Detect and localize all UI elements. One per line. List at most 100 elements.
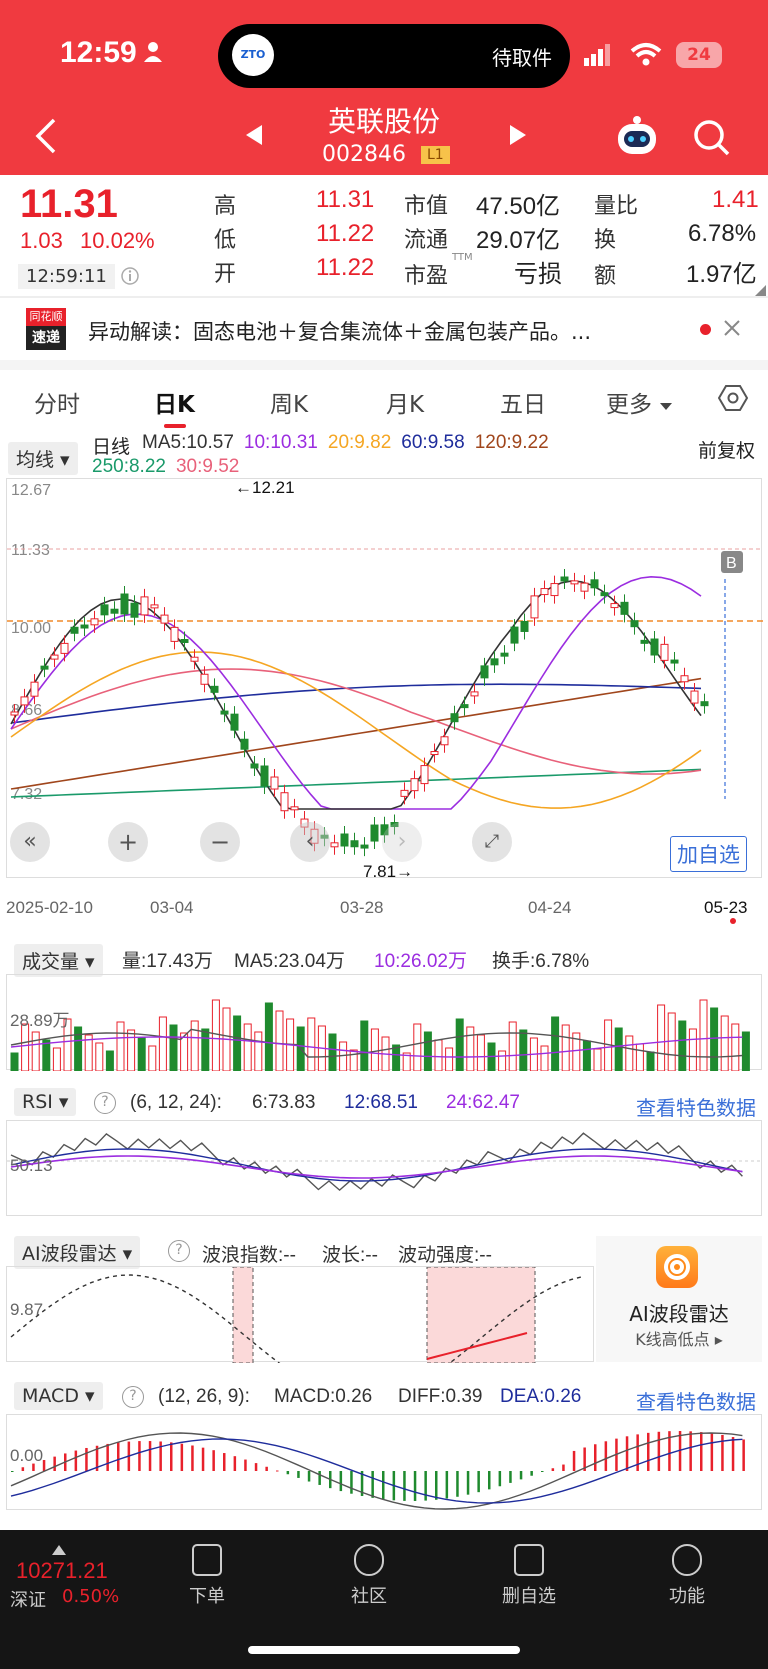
ma-legend-item: 10:10.31	[243, 432, 318, 453]
tab-monthly-k[interactable]: 月K	[386, 385, 424, 419]
macd-bar	[201, 1447, 205, 1471]
nav-functions[interactable]: 功能	[642, 1544, 732, 1608]
zoom-out-icon[interactable]: −	[200, 822, 240, 862]
ai-radar-card[interactable]: AI波段雷达 K线高低点 ▸	[596, 1236, 762, 1362]
robot-icon[interactable]	[614, 114, 660, 162]
next-day-icon[interactable]: ›	[382, 822, 422, 862]
rsi-dropdown[interactable]: RSI ▾	[14, 1088, 77, 1116]
macd-bar	[223, 1453, 226, 1471]
macd-bar	[339, 1471, 343, 1492]
candle-body	[460, 704, 469, 709]
signal-icon	[584, 44, 612, 70]
ai-dropdown[interactable]: AI波段雷达 ▾	[14, 1236, 141, 1269]
candle-body	[290, 806, 299, 811]
index-up-arrow-icon	[52, 1540, 66, 1559]
volume-bar	[625, 1035, 634, 1072]
macd-params: (12, 26, 9):	[158, 1386, 250, 1407]
add-watchlist-label: 加自选	[677, 843, 740, 867]
macd-bar	[21, 1467, 25, 1471]
nav-community[interactable]: 社区	[324, 1544, 414, 1608]
tab-more[interactable]: 更多	[606, 385, 652, 419]
scroll-left-icon[interactable]: «	[10, 822, 50, 862]
candle-body	[30, 681, 39, 697]
help-icon[interactable]: ?	[94, 1092, 116, 1114]
candle-body	[680, 675, 689, 683]
dynamic-island[interactable]: ZTO 待取件	[218, 24, 570, 88]
macd-bar	[318, 1471, 321, 1485]
high-value: 11.31	[316, 186, 375, 213]
volume-bar	[95, 1042, 104, 1072]
search-icon[interactable]	[692, 118, 732, 162]
candle-body	[280, 792, 289, 812]
volume-bar	[211, 999, 220, 1072]
settings-icon[interactable]	[717, 384, 749, 416]
tab-five-day[interactable]: 五日	[500, 385, 546, 419]
high-label: 高	[214, 194, 237, 219]
tab-daily-k[interactable]: 日K	[154, 385, 195, 419]
nav-remove-watchlist[interactable]: 删自选	[484, 1544, 574, 1608]
candle-body	[220, 710, 229, 715]
zoom-in-icon[interactable]: +	[108, 822, 148, 862]
ai-band-highlight	[426, 1266, 536, 1364]
close-icon[interactable]	[724, 320, 740, 340]
macd-chart[interactable]	[6, 1414, 762, 1510]
macd-bar	[42, 1460, 46, 1471]
volume-bar	[307, 1017, 316, 1072]
y-axis-label: 11.33	[11, 542, 50, 559]
news-bar[interactable]: 同花顺 速递 异动解读：固态电池＋复合集流体＋金属包装产品。...	[0, 298, 768, 360]
volume-bar	[233, 1015, 242, 1072]
candle-body	[80, 624, 89, 629]
tab-fenshi[interactable]: 分时	[34, 385, 80, 419]
volume-bar	[52, 1047, 61, 1072]
volume-bar	[105, 1050, 114, 1072]
volume-chart[interactable]	[6, 974, 762, 1072]
candle-body	[410, 778, 419, 792]
help-icon[interactable]: ?	[168, 1240, 190, 1262]
volume-bar	[349, 1049, 358, 1072]
macd-feature-link[interactable]: 查看特色数据	[636, 1386, 756, 1415]
candle-body	[40, 665, 49, 670]
volume-bar	[466, 1026, 475, 1072]
macd-y-label: 0.00	[10, 1446, 44, 1465]
volume-dropdown[interactable]: 成交量 ▾	[14, 944, 103, 977]
wifi-icon	[630, 42, 662, 70]
ai-radar-chart[interactable]	[6, 1266, 594, 1400]
candle-body	[550, 583, 559, 597]
candle-body	[110, 608, 119, 614]
help-icon[interactable]: ?	[122, 1386, 144, 1408]
candle-body	[350, 840, 359, 848]
info-icon[interactable]	[120, 266, 140, 290]
adjust-mode[interactable]: 前复权	[698, 436, 755, 463]
community-icon	[354, 1544, 384, 1576]
prev-day-icon[interactable]: ‹	[290, 822, 330, 862]
macd-bar	[562, 1464, 565, 1471]
ma-line	[10, 683, 702, 724]
next-stock-icon[interactable]	[508, 124, 528, 150]
candle-body	[170, 626, 179, 642]
volume-ma10: 10:26.02万	[374, 951, 467, 972]
fullscreen-icon[interactable]: ⤢	[472, 822, 512, 862]
tab-weekly-k[interactable]: 周K	[270, 385, 308, 419]
add-watchlist-button[interactable]: 加自选	[670, 836, 747, 872]
rsi-chart[interactable]	[6, 1120, 763, 1216]
nav-order[interactable]: 下单	[162, 1544, 252, 1608]
candle-body	[640, 639, 649, 644]
candle-body	[120, 593, 129, 615]
candle-body	[470, 691, 479, 697]
volume-bar	[699, 999, 708, 1072]
rsi-feature-link[interactable]: 查看特色数据	[636, 1092, 756, 1121]
price-change-pct: 10.02%	[80, 228, 155, 253]
macd-bar	[572, 1450, 576, 1471]
volume-bar	[243, 1023, 252, 1072]
candle-body	[630, 620, 639, 628]
ai-radar-card-title: AI波段雷达	[629, 1302, 729, 1326]
ma-dropdown[interactable]: 均线 ▾	[8, 442, 78, 475]
volume-bar	[667, 1012, 676, 1072]
index-value[interactable]: 10271.21	[16, 1558, 108, 1584]
candle-body	[400, 789, 409, 797]
current-price: 11.31	[20, 182, 118, 226]
kline-chart[interactable]: 12.67 11.33 10.00 8.66 7.32 ←12.21 7.81→ B	[6, 478, 763, 881]
pe-label: 市盈	[404, 264, 449, 289]
macd-bar	[11, 1471, 14, 1472]
macd-dropdown[interactable]: MACD ▾	[14, 1382, 103, 1410]
